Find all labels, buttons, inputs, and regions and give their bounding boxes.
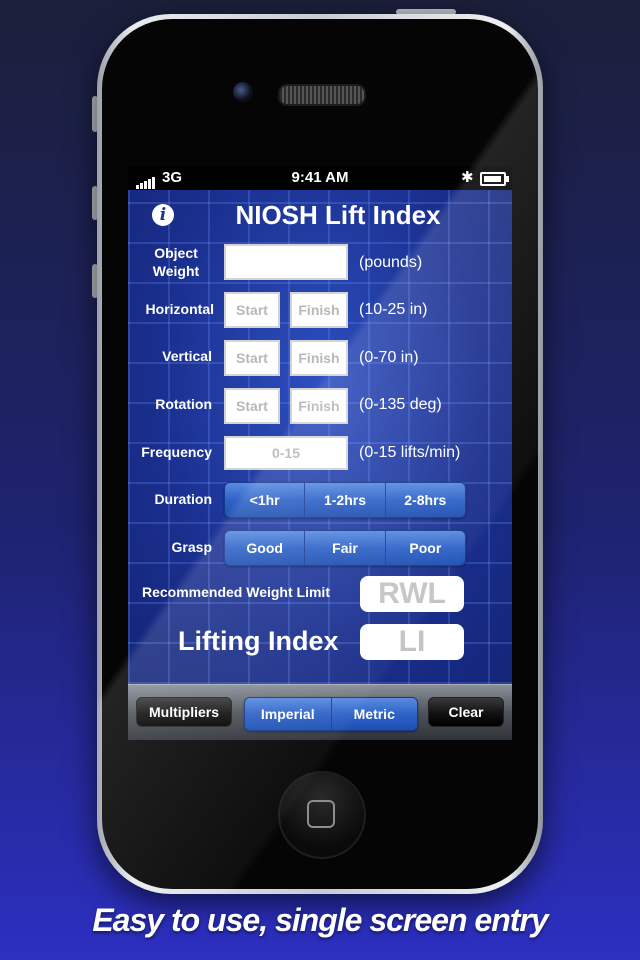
page-title: NIOSH Lift Index [235,200,441,230]
vertical-label: Vertical [162,348,212,364]
grasp-option-poor[interactable]: Poor [385,531,465,565]
status-time: 9:41 AM [291,169,349,186]
rotation-finish-input[interactable]: Finish [290,388,348,424]
bluetooth-icon: ✱ [461,169,474,186]
marketing-caption: Easy to use, single screen entry [92,902,548,938]
duration-option-lt1hr[interactable]: <1hr [225,483,306,517]
info-icon[interactable]: i [152,204,174,226]
units-segmented-control: Imperial Metric [244,697,418,731]
object-weight-input[interactable] [224,244,348,280]
rwl-label: Recommended Weight Limit [142,584,330,600]
horizontal-unit: (10-25 in) [359,301,428,318]
rotation-start-input[interactable]: Start [224,388,280,424]
camera-icon [233,82,253,102]
lifting-index-label: Lifting Index [178,626,339,656]
battery-icon [480,172,509,186]
duration-option-2-8hrs[interactable]: 2-8hrs [385,483,465,517]
grasp-label: Grasp [171,539,212,555]
horizontal-label: Horizontal [145,301,214,317]
frequency-input[interactable]: 0-15 [224,436,348,470]
rotation-unit: (0-135 deg) [359,396,442,413]
lifting-index-result: LI [360,624,464,660]
vertical-finish-input[interactable]: Finish [290,340,348,376]
frequency-label: Frequency [141,444,212,460]
duration-option-1-2hrs[interactable]: 1-2hrs [305,483,386,517]
home-square-icon [307,800,335,828]
grasp-option-fair[interactable]: Fair [305,531,386,565]
object-weight-label: Object Weight [152,245,200,279]
horizontal-finish-input[interactable]: Finish [290,292,348,328]
multipliers-button[interactable]: Multipliers [136,697,232,727]
vertical-unit: (0-70 in) [359,349,419,366]
rotation-label: Rotation [155,396,212,412]
object-weight-unit: (pounds) [359,254,423,271]
app-screen: 3G 9:41 AM ✱ i NIOSH Lift Index Object W… [128,166,512,740]
status-bar: 3G 9:41 AM ✱ [128,166,512,190]
grasp-option-good[interactable]: Good [225,531,306,565]
units-option-imperial[interactable]: Imperial [245,698,332,730]
vertical-start-input[interactable]: Start [224,340,280,376]
horizontal-start-input[interactable]: Start [224,292,280,328]
duration-segmented-control: <1hr 1-2hrs 2-8hrs [224,482,466,518]
frequency-unit: (0-15 lifts/min) [359,444,461,461]
clear-button[interactable]: Clear [428,697,504,727]
grasp-segmented-control: Good Fair Poor [224,530,466,566]
bottom-toolbar: Multipliers Imperial Metric Clear [128,684,512,740]
duration-label: Duration [154,491,212,507]
units-option-metric[interactable]: Metric [331,698,417,730]
speaker-grille [278,84,366,106]
rwl-result: RWL [360,576,464,612]
